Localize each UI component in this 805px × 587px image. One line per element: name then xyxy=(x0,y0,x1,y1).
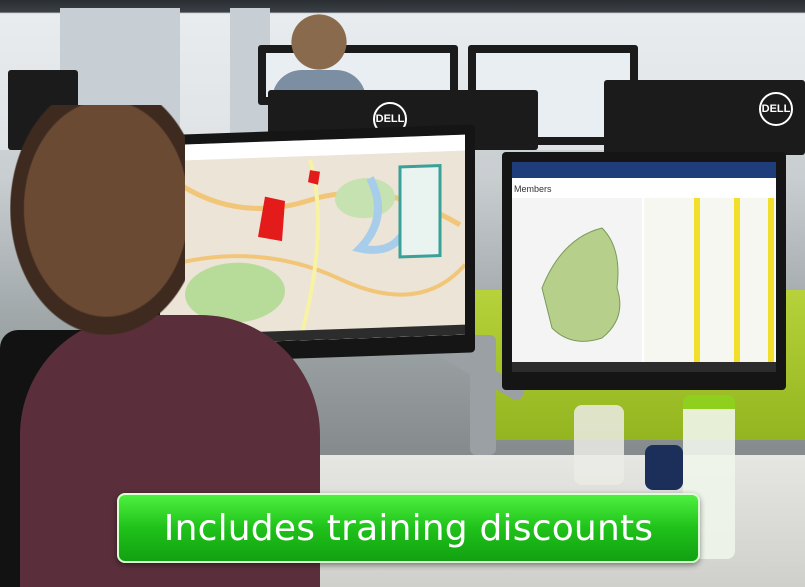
street-map-screen xyxy=(160,134,465,346)
monitor-arm xyxy=(470,335,496,455)
caption-text: Includes training discounts xyxy=(163,507,654,549)
dell-logo: DELL xyxy=(759,92,793,126)
background-person xyxy=(272,10,366,110)
right-monitor: Members xyxy=(502,152,786,390)
taskbar xyxy=(512,362,776,372)
office-photo: DELL DELL Members Includes training disc… xyxy=(0,0,805,587)
europe-map-graphic xyxy=(512,198,776,368)
map-graphic xyxy=(160,134,465,346)
members-heading: Members xyxy=(514,184,552,194)
caption-banner: Includes training discounts xyxy=(117,493,700,563)
person-head xyxy=(10,105,185,335)
background-monitor-back: DELL xyxy=(604,80,805,155)
mug xyxy=(645,445,683,490)
members-page-screen: Members xyxy=(512,162,776,372)
soap-bottle xyxy=(574,405,624,485)
page-header-bar xyxy=(512,162,776,178)
